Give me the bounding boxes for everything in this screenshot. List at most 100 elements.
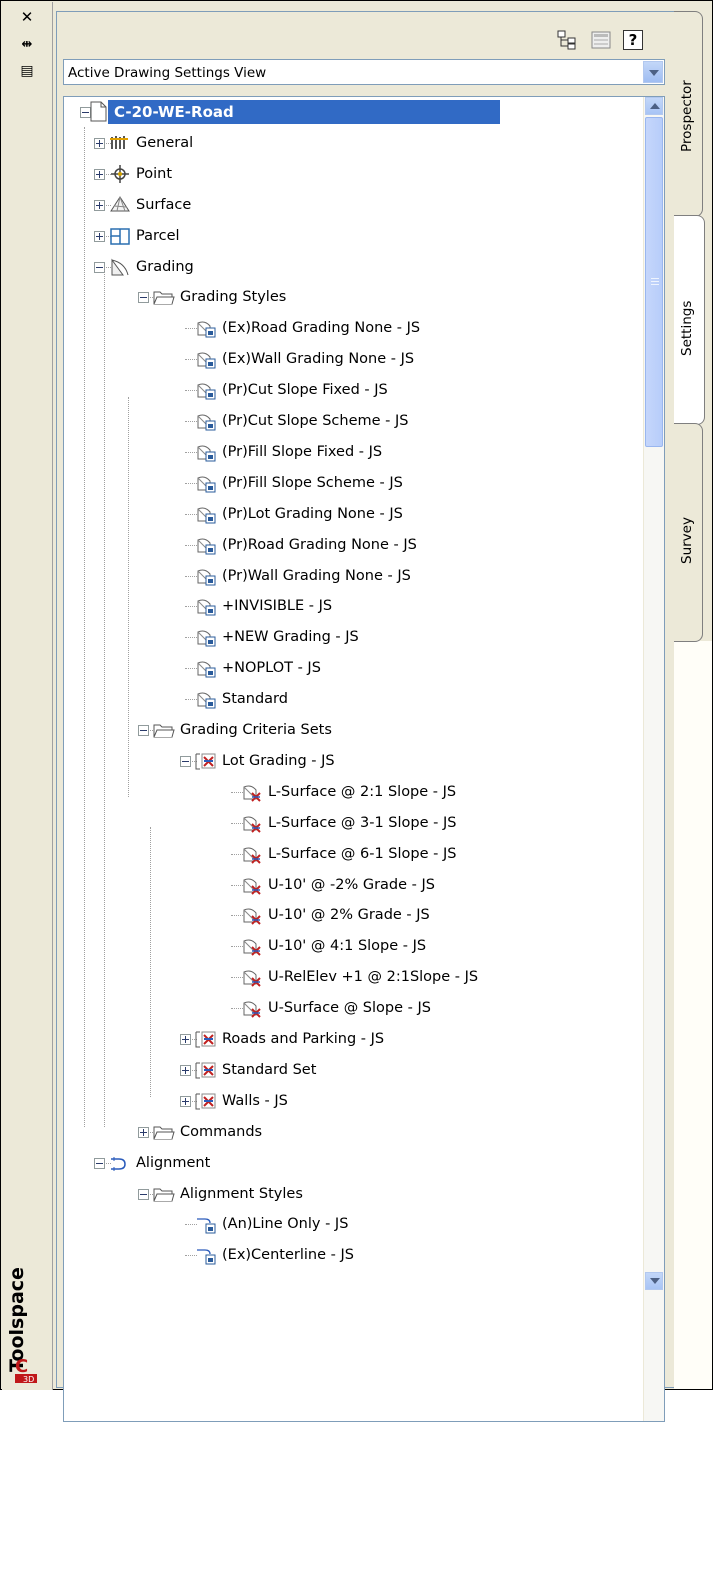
tree-node[interactable]: (Pr)Wall Grading None - JS [64, 561, 644, 591]
tree-node[interactable]: Grading Criteria Sets [64, 715, 644, 745]
settings-tree: C-20-WE-Road General Point Surface Parcel Gr… [63, 96, 665, 1422]
help-icon[interactable]: ? [623, 30, 643, 50]
collapse-icon[interactable] [94, 1158, 105, 1169]
tree-node[interactable]: Lot Grading - JS [64, 746, 644, 776]
tree-node[interactable]: L-Surface @ 2:1 Slope - JS [64, 777, 644, 807]
tree-node[interactable]: Surface [64, 190, 644, 220]
tree-node[interactable]: Parcel [64, 221, 644, 251]
expand-icon[interactable] [94, 231, 105, 242]
auto-hide-icon[interactable]: ⇹ [18, 36, 36, 54]
expand-icon[interactable] [180, 1034, 191, 1045]
tree-node[interactable]: General [64, 128, 644, 158]
tree-node[interactable]: (An)Line Only - JS [64, 1209, 644, 1239]
view-select[interactable]: Active Drawing Settings View [63, 59, 665, 85]
tree-node[interactable]: Standard [64, 684, 644, 714]
expand-icon[interactable] [138, 1127, 149, 1138]
tree-view-icon[interactable] [557, 30, 577, 50]
tree-node[interactable]: Alignment Styles [64, 1179, 644, 1209]
alignment-style-icon [197, 1218, 216, 1234]
scroll-up-icon[interactable] [645, 97, 663, 115]
tree-node[interactable]: Commands [64, 1117, 644, 1147]
tree-node[interactable]: Walls - JS [64, 1086, 644, 1116]
properties-menu-icon[interactable]: ▤ [18, 62, 36, 80]
item-view-icon[interactable] [591, 30, 611, 50]
expand-icon[interactable] [94, 200, 105, 211]
civil3d-logo-icon: C 3D [15, 1356, 37, 1384]
tree-node-label: L-Surface @ 6-1 Slope - JS [268, 846, 457, 862]
expand-icon[interactable] [94, 169, 105, 180]
tree-node-label: +NEW Grading - JS [222, 629, 359, 645]
tree-node[interactable]: Alignment [64, 1148, 644, 1178]
collapse-icon[interactable] [138, 725, 149, 736]
alignment-icon [111, 1157, 126, 1171]
tree-node[interactable]: Roads and Parking - JS [64, 1024, 644, 1054]
tree-node[interactable]: (Pr)Lot Grading None - JS [64, 499, 644, 529]
collapse-icon[interactable] [180, 756, 191, 767]
tree-node[interactable]: +NOPLOT - JS [64, 653, 644, 683]
tree-node-label: Grading [136, 259, 194, 275]
point-icon [111, 165, 129, 183]
expand-icon[interactable] [180, 1065, 191, 1076]
tree-node[interactable]: +INVISIBLE - JS [64, 591, 644, 621]
tree-node-label: (Pr)Fill Slope Scheme - JS [222, 475, 403, 491]
tree-node[interactable]: Point [64, 159, 644, 189]
vertical-scrollbar[interactable] [643, 97, 664, 1421]
tree-node[interactable]: U-RelElev +1 @ 2:1Slope - JS [64, 962, 644, 992]
collapse-icon[interactable] [138, 1189, 149, 1200]
scroll-down-icon[interactable] [645, 1272, 663, 1290]
tree-node[interactable]: U-10' @ -2% Grade - JS [64, 870, 644, 900]
tab-settings[interactable]: Settings [674, 215, 705, 425]
tree-node-label: U-10' @ 4:1 Slope - JS [268, 938, 427, 954]
criteria-set-icon [195, 1062, 216, 1079]
tree-node[interactable]: Standard Set [64, 1055, 644, 1085]
tab-prospector[interactable]: Prospector [674, 11, 703, 217]
criteria-set-icon [195, 753, 216, 770]
collapse-icon[interactable] [138, 292, 149, 303]
scroll-thumb[interactable] [645, 117, 663, 447]
criteria-icon [243, 939, 261, 956]
close-icon[interactable]: ✕ [18, 8, 36, 26]
toolbar: ? [57, 12, 674, 58]
tab-survey[interactable]: Survey [674, 423, 703, 642]
alignment-style-icon [197, 1249, 216, 1265]
grading-style-icon [197, 352, 216, 369]
criteria-icon [243, 970, 261, 987]
tree-node-label: (Pr)Wall Grading None - JS [222, 568, 411, 584]
palette-tabs: Prospector Settings Survey [674, 11, 712, 1389]
expand-icon[interactable] [94, 138, 105, 149]
svg-text:3D: 3D [23, 1375, 34, 1384]
tab-label: Settings [679, 300, 695, 356]
folder-icon [153, 1188, 175, 1202]
tree-node-label: Grading Criteria Sets [180, 722, 332, 738]
toolspace-window: ✕ ⇹ ▤ Toolspace C 3D ? Active Drawing Se… [0, 0, 713, 1422]
criteria-icon [243, 785, 261, 802]
tree-node[interactable]: U-Surface @ Slope - JS [64, 993, 644, 1023]
tree-node-label: U-10' @ -2% Grade - JS [268, 877, 435, 893]
tree-node[interactable]: (Pr)Cut Slope Fixed - JS [64, 375, 644, 405]
tree-node[interactable]: U-10' @ 2% Grade - JS [64, 900, 644, 930]
tree-node[interactable]: (Pr)Cut Slope Scheme - JS [64, 406, 644, 436]
tree-node[interactable]: +NEW Grading - JS [64, 622, 644, 652]
tab-label: Prospector [679, 80, 695, 152]
tree-node-label: +NOPLOT - JS [222, 660, 321, 676]
tree-node[interactable]: (Pr)Fill Slope Scheme - JS [64, 468, 644, 498]
dropdown-arrow-icon[interactable] [643, 61, 663, 83]
tree-node-root[interactable]: C-20-WE-Road [64, 97, 644, 127]
tree-node[interactable]: (Pr)Road Grading None - JS [64, 530, 644, 560]
tree-node-label: +INVISIBLE - JS [222, 598, 333, 614]
tree-node[interactable]: U-10' @ 4:1 Slope - JS [64, 931, 644, 961]
tree-node[interactable]: Grading Styles [64, 282, 644, 312]
tree-node-label: U-10' @ 2% Grade - JS [268, 907, 430, 923]
tree-node[interactable]: (Pr)Fill Slope Fixed - JS [64, 437, 644, 467]
tree-node[interactable]: L-Surface @ 3-1 Slope - JS [64, 808, 644, 838]
tree-node[interactable]: Grading [64, 252, 644, 282]
tree-node-label: (Pr)Road Grading None - JS [222, 537, 417, 553]
expand-icon[interactable] [180, 1096, 191, 1107]
tree-node-label: Walls - JS [222, 1093, 288, 1109]
tree-node[interactable]: (Ex)Road Grading None - JS [64, 313, 644, 343]
grading-style-icon [197, 445, 216, 462]
tree-node[interactable]: (Ex)Centerline - JS [64, 1240, 644, 1270]
tree-node[interactable]: L-Surface @ 6-1 Slope - JS [64, 839, 644, 869]
item-view-pane [63, 1429, 665, 1577]
tree-node[interactable]: (Ex)Wall Grading None - JS [64, 344, 644, 374]
